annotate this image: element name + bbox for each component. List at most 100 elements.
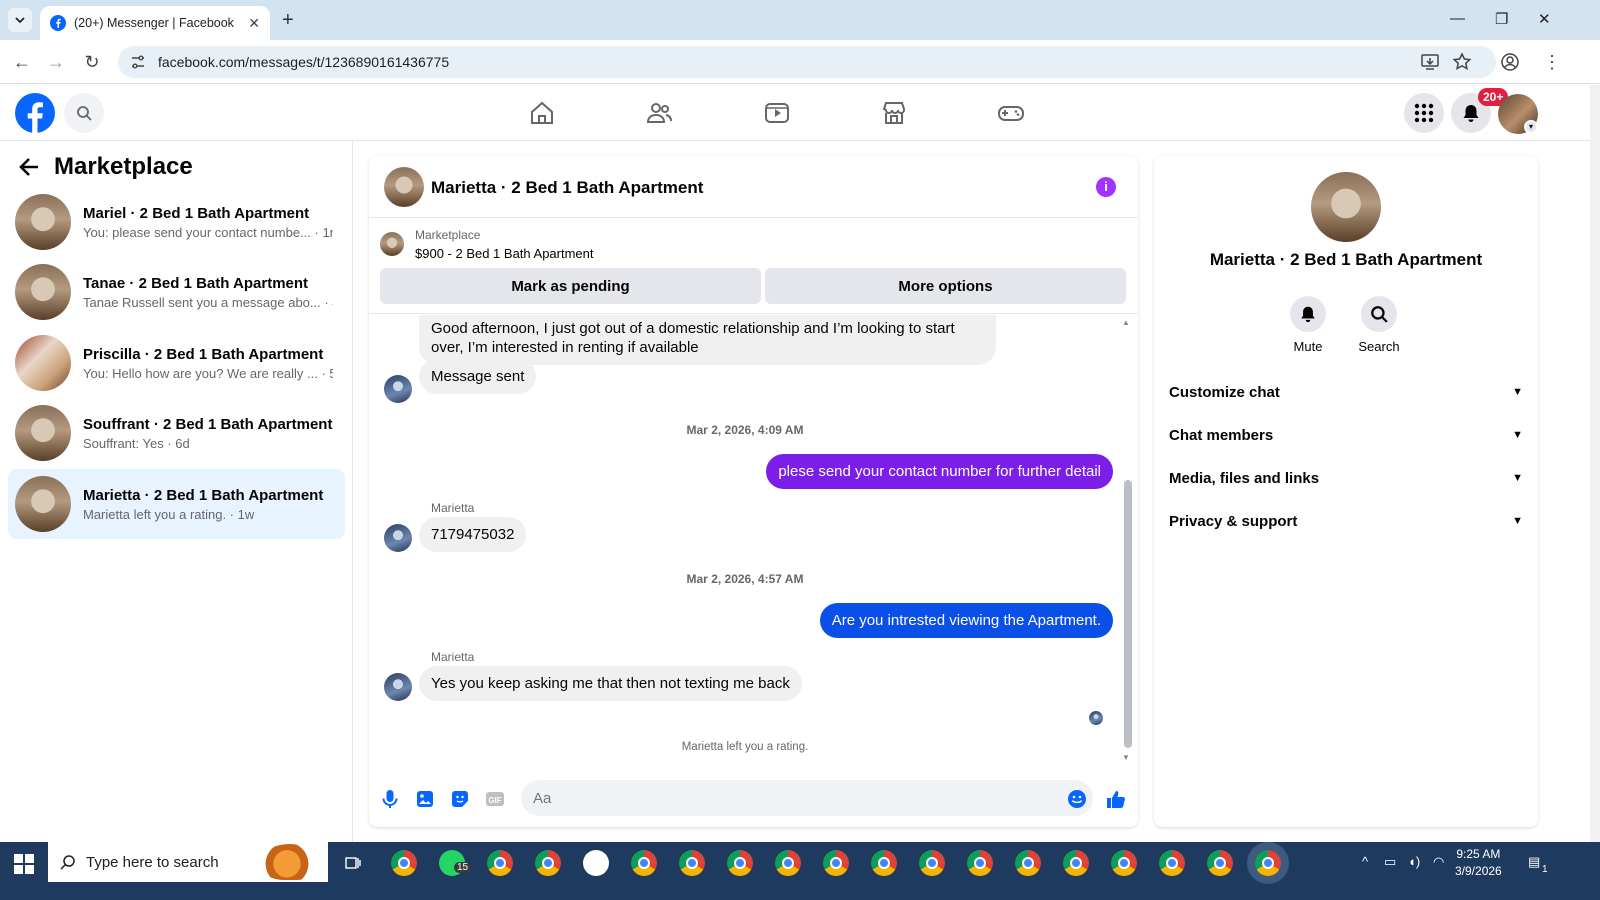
chevron-down-icon: ▼: [1512, 386, 1523, 398]
show-hidden-icons-icon[interactable]: ^: [1362, 854, 1368, 869]
conversation-avatar: [15, 335, 71, 391]
listing-thumbnail[interactable]: [380, 232, 404, 256]
windows-taskbar: Type here to search 15 ^ ▭ ◖) ◠ 9:25 AM …: [0, 842, 1600, 900]
close-tab-icon[interactable]: ✕: [248, 15, 260, 32]
chat-avatar[interactable]: [384, 167, 424, 207]
chrome-app-icon[interactable]: [1207, 850, 1233, 876]
message-input[interactable]: [521, 780, 1093, 816]
app-icon[interactable]: [583, 850, 609, 876]
chrome-app-icon[interactable]: [1159, 850, 1185, 876]
details-name: Marietta · 2 Bed 1 Bath Apartment: [1209, 250, 1483, 269]
scroll-up-arrow-icon[interactable]: ▲: [1122, 318, 1130, 327]
microphone-icon[interactable]: [379, 788, 401, 810]
conversation-snippet: Souffrant: Yes · 6d: [83, 435, 190, 451]
whatsapp-badge: 15: [454, 862, 472, 873]
sender-avatar: [384, 375, 412, 403]
home-icon[interactable]: [528, 99, 556, 127]
conversation-item-souffrant[interactable]: Souffrant · 2 Bed 1 Bath Apartment Souff…: [8, 398, 345, 468]
taskbar-clock[interactable]: 9:25 AM 3/9/2026: [1455, 846, 1502, 880]
notification-center-icon[interactable]: ▤: [1528, 854, 1540, 870]
chrome-app-icon[interactable]: [535, 850, 561, 876]
like-thumb-icon[interactable]: [1105, 788, 1127, 810]
wifi-icon[interactable]: ◠: [1433, 854, 1444, 870]
chrome-app-icon[interactable]: [1063, 850, 1089, 876]
chrome-app-icon[interactable]: [871, 850, 897, 876]
chrome-app-icon[interactable]: [679, 850, 705, 876]
conversation-name: Priscilla · 2 Bed 1 Bath Apartment: [83, 345, 324, 363]
site-info-icon[interactable]: [130, 54, 146, 70]
new-tab-button[interactable]: +: [282, 9, 294, 32]
account-chevron-icon[interactable]: ▾: [1524, 120, 1538, 134]
address-bar[interactable]: facebook.com/messages/t/1236890161436775: [118, 46, 1496, 78]
friends-icon[interactable]: [645, 99, 673, 127]
section-privacy-support[interactable]: Privacy & support ▼: [1169, 501, 1523, 541]
conversation-item-mariel[interactable]: Mariel · 2 Bed 1 Bath Apartment You: ple…: [8, 187, 345, 257]
chrome-app-icon[interactable]: [1015, 850, 1041, 876]
sender-name: Marietta: [431, 501, 475, 515]
tab-search-button[interactable]: [8, 8, 32, 32]
task-view-icon[interactable]: [344, 854, 362, 872]
conversation-snippet: Marietta left you a rating. · 1w: [83, 506, 255, 522]
chrome-app-icon[interactable]: [487, 850, 513, 876]
photo-icon[interactable]: [414, 788, 436, 810]
back-arrow-icon[interactable]: ←: [12, 52, 32, 72]
search-in-conversation-button[interactable]: Search: [1349, 296, 1409, 354]
section-customize-chat[interactable]: Customize chat ▼: [1169, 372, 1523, 412]
chrome-app-icon[interactable]: [391, 850, 417, 876]
marketplace-icon[interactable]: [880, 99, 908, 127]
chrome-app-icon-active[interactable]: [1255, 850, 1281, 876]
chevron-down-icon: ▼: [1512, 429, 1523, 441]
chrome-app-icon[interactable]: [967, 850, 993, 876]
chat-title[interactable]: Marietta · 2 Bed 1 Bath Apartment: [431, 178, 703, 198]
video-icon[interactable]: [763, 99, 791, 127]
bookmark-star-icon[interactable]: [1452, 52, 1472, 72]
chrome-app-icon[interactable]: [823, 850, 849, 876]
back-arrow-icon[interactable]: [18, 156, 40, 178]
forward-arrow-icon[interactable]: →: [46, 52, 66, 72]
chrome-app-icon[interactable]: [919, 850, 945, 876]
url-text: facebook.com/messages/t/1236890161436775: [158, 54, 450, 70]
section-label: Customize chat: [1169, 383, 1280, 401]
chrome-app-icon[interactable]: [631, 850, 657, 876]
gif-icon[interactable]: GIF: [484, 788, 506, 810]
windows-start-icon[interactable]: [14, 854, 34, 874]
install-app-icon[interactable]: [1420, 52, 1440, 72]
scroll-down-arrow-icon[interactable]: ▼: [1122, 753, 1130, 762]
menu-grid-button[interactable]: [1404, 93, 1444, 133]
close-window-icon[interactable]: ✕: [1538, 10, 1551, 28]
mute-button[interactable]: Mute: [1278, 296, 1338, 354]
restore-icon[interactable]: ❐: [1495, 10, 1508, 28]
minimize-icon[interactable]: —: [1450, 10, 1465, 27]
more-options-button[interactable]: More options: [765, 268, 1126, 304]
chrome-app-icon[interactable]: [1111, 850, 1137, 876]
conversation-item-tanae[interactable]: Tanae · 2 Bed 1 Bath Apartment Tanae Rus…: [8, 257, 345, 327]
details-avatar[interactable]: [1311, 172, 1381, 242]
browser-tab-messenger[interactable]: (20+) Messenger | Facebook ✕: [40, 6, 270, 40]
facebook-search-button[interactable]: [64, 93, 104, 133]
browser-menu-icon[interactable]: ⋮: [1542, 52, 1562, 72]
bell-icon: [1463, 105, 1479, 122]
page-scrollbar[interactable]: [1590, 85, 1600, 842]
sticker-icon[interactable]: [449, 788, 471, 810]
chrome-app-icon[interactable]: [775, 850, 801, 876]
battery-icon[interactable]: ▭: [1384, 854, 1396, 870]
section-media-files-links[interactable]: Media, files and links ▼: [1169, 458, 1523, 498]
taskbar-search-box[interactable]: Type here to search: [48, 842, 328, 882]
chrome-app-icon[interactable]: [727, 850, 753, 876]
conversation-item-priscilla[interactable]: Priscilla · 2 Bed 1 Bath Apartment You: …: [8, 328, 345, 398]
emoji-icon[interactable]: [1066, 788, 1088, 810]
mark-as-pending-button[interactable]: Mark as pending: [380, 268, 761, 304]
volume-icon[interactable]: ◖): [1408, 854, 1420, 869]
info-icon[interactable]: i: [1096, 177, 1116, 197]
listing-title[interactable]: $900 - 2 Bed 1 Bath Apartment: [415, 246, 594, 261]
tab-title: (20+) Messenger | Facebook: [74, 16, 234, 30]
bell-icon: [1301, 306, 1315, 323]
conversation-item-marietta[interactable]: Marietta · 2 Bed 1 Bath Apartment Mariet…: [8, 469, 345, 539]
gaming-icon[interactable]: [997, 99, 1025, 127]
chat-scrollbar-thumb[interactable]: [1124, 480, 1132, 748]
reload-icon[interactable]: ↻: [82, 52, 102, 72]
profile-icon[interactable]: [1500, 52, 1520, 72]
message-bubble-incoming: Message sent: [419, 359, 537, 394]
facebook-logo-icon[interactable]: [15, 93, 55, 133]
section-chat-members[interactable]: Chat members ▼: [1169, 415, 1523, 455]
